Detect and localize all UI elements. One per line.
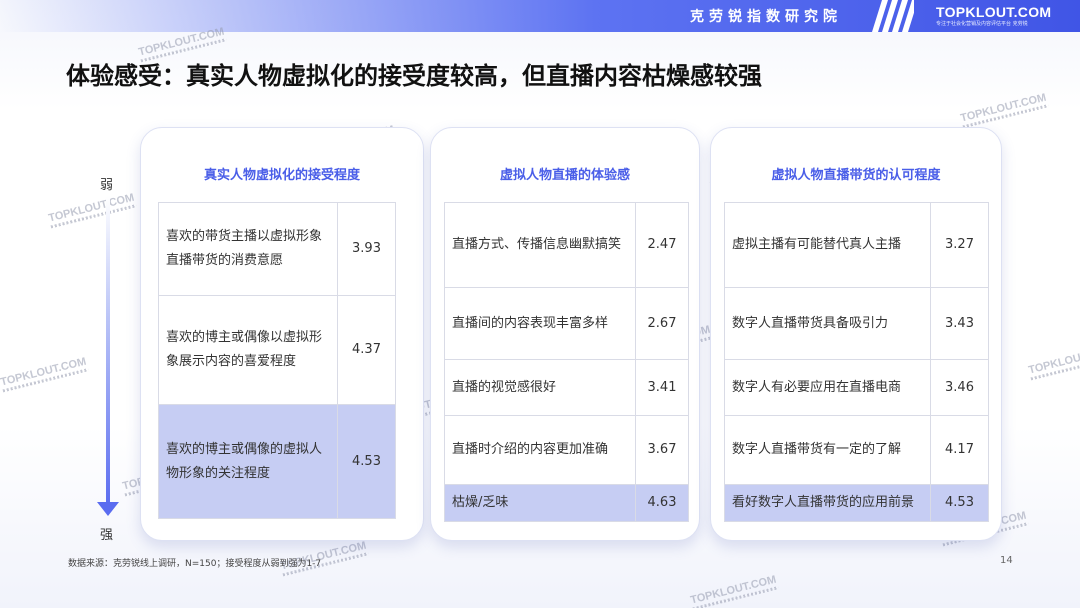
row-value: 3.43 bbox=[930, 287, 989, 360]
table-row-highlight: 看好数字人直播带货的应用前景 4.53 bbox=[724, 484, 989, 522]
row-label: 喜欢的博主或偶像以虚拟形象展示内容的喜爱程度 bbox=[158, 295, 338, 405]
row-label: 直播时介绍的内容更加准确 bbox=[444, 415, 636, 485]
panel-virtual-commerce-recognition: 虚拟人物直播带货的认可程度 虚拟主播有可能替代真人主播 3.27 数字人直播带货… bbox=[710, 127, 1002, 541]
table-row: 直播间的内容表现丰富多样 2.67 bbox=[444, 287, 689, 360]
panel-title: 虚拟人物直播带货的认可程度 bbox=[771, 168, 941, 183]
scale-indicator: 弱 强 bbox=[86, 168, 132, 548]
org-name: 克劳锐指数研究院 bbox=[690, 9, 842, 25]
table-row: 直播时介绍的内容更加准确 3.67 bbox=[444, 415, 689, 485]
table-row: 喜欢的带货主播以虚拟形象直播带货的消费意愿 3.93 bbox=[158, 202, 396, 296]
brand-tagline: 专注于社会化营销及内容评估平台 克劳锐 bbox=[936, 21, 1028, 27]
score-table: 喜欢的带货主播以虚拟形象直播带货的消费意愿 3.93 喜欢的博主或偶像以虚拟形象… bbox=[158, 202, 396, 519]
table-row: 数字人有必要应用在直播电商 3.46 bbox=[724, 359, 989, 416]
table-row: 直播方式、传播信息幽默搞笑 2.47 bbox=[444, 202, 689, 288]
row-label: 喜欢的带货主播以虚拟形象直播带货的消费意愿 bbox=[158, 202, 338, 296]
row-label: 直播方式、传播信息幽默搞笑 bbox=[444, 202, 636, 288]
panel-title: 真实人物虚拟化的接受程度 bbox=[203, 168, 360, 183]
panel-title: 虚拟人物直播的体验感 bbox=[499, 168, 630, 183]
score-table: 直播方式、传播信息幽默搞笑 2.47 直播间的内容表现丰富多样 2.67 直播的… bbox=[444, 202, 689, 522]
row-value: 4.53 bbox=[337, 404, 396, 519]
page-number: 14 bbox=[1000, 555, 1013, 566]
row-value: 4.53 bbox=[930, 484, 989, 522]
table-row: 数字人直播带货具备吸引力 3.43 bbox=[724, 287, 989, 360]
row-value: 2.47 bbox=[635, 202, 689, 288]
table-row: 直播的视觉感很好 3.41 bbox=[444, 359, 689, 416]
arrow-down-icon bbox=[97, 502, 119, 516]
watermark-logo: TOPKLOUT.COM bbox=[0, 356, 88, 393]
scale-strong-label: 强 bbox=[100, 528, 114, 543]
data-source-note: 数据来源：克劳锐线上调研，N=150；接受程度从弱到强为1-7 bbox=[68, 559, 322, 569]
row-label: 喜欢的博主或偶像的虚拟人物形象的关注程度 bbox=[158, 404, 338, 519]
scale-weak-label: 弱 bbox=[100, 178, 114, 193]
row-value: 3.41 bbox=[635, 359, 689, 416]
row-label: 数字人有必要应用在直播电商 bbox=[724, 359, 931, 416]
row-label: 枯燥/乏味 bbox=[444, 484, 636, 522]
row-value: 3.27 bbox=[930, 202, 989, 288]
row-value: 4.17 bbox=[930, 415, 989, 485]
page-title: 体验感受：真实人物虚拟化的接受度较高，但直播内容枯燥感较强 bbox=[66, 62, 762, 90]
row-label: 看好数字人直播带货的应用前景 bbox=[724, 484, 931, 522]
row-value: 3.67 bbox=[635, 415, 689, 485]
panel-virtual-live-experience: 虚拟人物直播的体验感 直播方式、传播信息幽默搞笑 2.47 直播间的内容表现丰富… bbox=[430, 127, 700, 541]
row-value: 3.93 bbox=[337, 202, 396, 296]
watermark-logo: TOPKLOUT.COM bbox=[959, 92, 1048, 129]
score-table: 虚拟主播有可能替代真人主播 3.27 数字人直播带货具备吸引力 3.43 数字人… bbox=[724, 202, 989, 522]
scale-arrow-line bbox=[106, 196, 110, 508]
table-row-highlight: 枯燥/乏味 4.63 bbox=[444, 484, 689, 522]
table-row-highlight: 喜欢的博主或偶像的虚拟人物形象的关注程度 4.53 bbox=[158, 404, 396, 519]
brand-logo: TOPKLOUT.COM bbox=[936, 4, 1052, 20]
row-value: 2.67 bbox=[635, 287, 689, 360]
watermark-logo: TOPKLOUT.COM bbox=[1027, 344, 1080, 381]
table-row: 虚拟主播有可能替代真人主播 3.27 bbox=[724, 202, 989, 288]
row-label: 直播的视觉感很好 bbox=[444, 359, 636, 416]
stripe-decoration bbox=[872, 0, 914, 32]
top-banner: 克劳锐指数研究院 TOPKLOUT.COM 专注于社会化营销及内容评估平台 克劳… bbox=[0, 0, 1080, 32]
row-value: 3.46 bbox=[930, 359, 989, 416]
table-row: 喜欢的博主或偶像以虚拟形象展示内容的喜爱程度 4.37 bbox=[158, 295, 396, 405]
row-label: 虚拟主播有可能替代真人主播 bbox=[724, 202, 931, 288]
row-value: 4.63 bbox=[635, 484, 689, 522]
watermark-logo: TOPKLOUT.COM bbox=[689, 574, 778, 608]
row-value: 4.37 bbox=[337, 295, 396, 405]
panel-real-person-virtualization: 真实人物虚拟化的接受程度 喜欢的带货主播以虚拟形象直播带货的消费意愿 3.93 … bbox=[140, 127, 424, 541]
row-label: 数字人直播带货有一定的了解 bbox=[724, 415, 931, 485]
table-row: 数字人直播带货有一定的了解 4.17 bbox=[724, 415, 989, 485]
row-label: 直播间的内容表现丰富多样 bbox=[444, 287, 636, 360]
row-label: 数字人直播带货具备吸引力 bbox=[724, 287, 931, 360]
